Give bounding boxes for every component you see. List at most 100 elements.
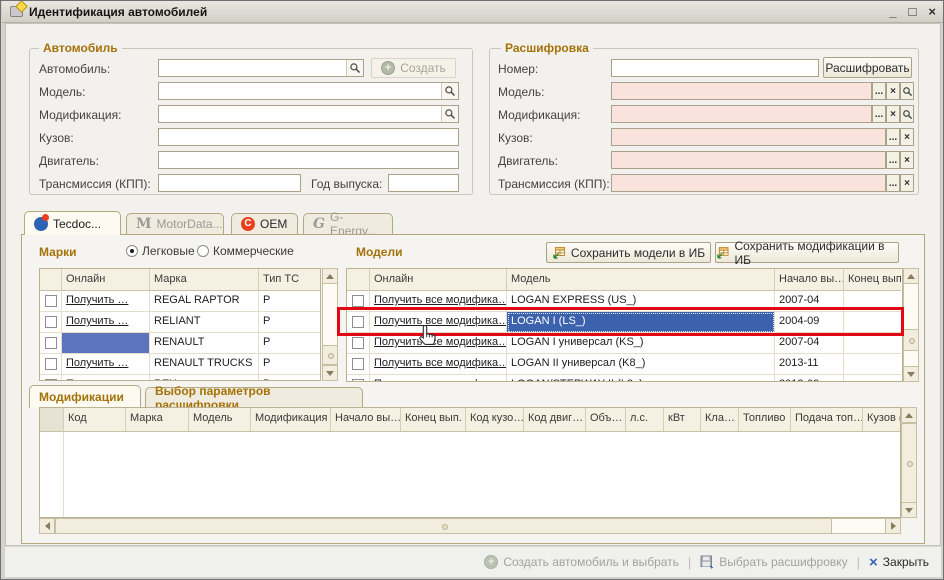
row-checkbox[interactable] (40, 333, 62, 354)
scroll-down-button[interactable] (901, 502, 917, 518)
scrollbar-thumb[interactable] (322, 345, 338, 365)
header-modification[interactable]: Модификация (251, 408, 331, 432)
engine-field[interactable] (158, 151, 459, 169)
close-window-button[interactable]: × (928, 3, 936, 21)
table-row[interactable]: RENAULT P (40, 333, 320, 354)
type-cell[interactable]: P (259, 354, 320, 375)
choose-button[interactable]: ... (872, 82, 886, 100)
tab-genergy[interactable]: G G-Energy... (303, 213, 393, 234)
search-button[interactable] (900, 105, 914, 123)
brand-cell[interactable]: RENAULT TRUCKS (150, 354, 259, 375)
scroll-up-button[interactable] (903, 268, 919, 284)
model-input[interactable] (159, 83, 441, 99)
header-model[interactable]: Модель (189, 408, 251, 432)
scroll-up-button[interactable] (322, 268, 338, 284)
get-modifications-link[interactable]: Получить все модифика… (374, 294, 507, 306)
maximize-button[interactable]: □ (909, 3, 917, 21)
start-cell[interactable]: 2007-04 (775, 333, 844, 354)
empty-table-area[interactable] (64, 432, 900, 518)
tab-tecdoc[interactable]: Tecdoc... (24, 211, 121, 235)
row-checkbox[interactable] (347, 333, 370, 354)
modification-field[interactable] (158, 105, 459, 123)
header-online[interactable]: Онлайн (370, 269, 507, 291)
search-icon[interactable] (441, 83, 458, 99)
header-fuel[interactable]: Топливо (739, 408, 791, 432)
row-checkbox[interactable] (40, 354, 62, 375)
car-input[interactable] (159, 60, 346, 76)
header-hp[interactable]: л.с. (626, 408, 664, 432)
row-checkbox[interactable] (347, 354, 370, 375)
modifications-hscrollbar[interactable] (39, 518, 901, 534)
model-cell[interactable]: LOGAN II универсал (K8_) (507, 354, 775, 375)
scroll-left-button[interactable] (39, 518, 55, 534)
header-end[interactable]: Конец вып. (844, 269, 901, 291)
decode-body-field[interactable] (611, 128, 886, 146)
decode-model-field[interactable] (611, 82, 872, 100)
header-brand[interactable]: Марка (126, 408, 189, 432)
header-brand[interactable]: Марка (150, 269, 259, 291)
year-field[interactable] (388, 174, 459, 192)
search-icon[interactable] (346, 60, 363, 76)
search-icon[interactable] (441, 106, 458, 122)
header-valves[interactable]: Кла… (701, 408, 739, 432)
row-checkbox[interactable] (40, 291, 62, 312)
get-models-link[interactable]: Получить … (66, 294, 128, 306)
brand-cell[interactable]: REX (150, 375, 259, 381)
get-models-link-cell[interactable]: Получить … (62, 291, 150, 312)
radio-passenger[interactable]: Легковые (126, 244, 195, 258)
decode-transmission-field[interactable] (611, 174, 886, 192)
header-end[interactable]: Конец вып. (401, 408, 466, 432)
modification-input[interactable] (159, 106, 441, 122)
model-cell[interactable]: LOGAN/STEPWAY II (L8_) (507, 375, 775, 382)
clear-button[interactable]: × (886, 82, 900, 100)
start-cell[interactable]: 2013-11 (775, 354, 844, 375)
choose-button[interactable]: ... (886, 128, 900, 146)
end-cell[interactable] (844, 375, 901, 382)
table-row[interactable]: Получить все модифика… LOGAN II универса… (347, 354, 902, 375)
tab-motordata[interactable]: M MotorData... (126, 213, 224, 234)
type-cell[interactable]: P (259, 333, 320, 354)
brand-cell[interactable]: REGAL RAPTOR (150, 291, 259, 312)
number-field[interactable] (611, 59, 819, 77)
modifications-vscrollbar[interactable] (901, 407, 917, 518)
select-decode-button[interactable]: Выбрать расшифровку (700, 555, 847, 569)
type-cell[interactable]: P (259, 312, 320, 333)
search-button[interactable] (900, 82, 914, 100)
choose-button[interactable]: ... (872, 105, 886, 123)
create-button[interactable]: + Создать (371, 58, 456, 78)
clear-button[interactable]: × (900, 174, 914, 192)
row-checkbox[interactable] (347, 375, 370, 382)
choose-button[interactable]: ... (886, 151, 900, 169)
type-cell[interactable]: P (259, 375, 320, 381)
decode-engine-field[interactable] (611, 151, 886, 169)
brand-cell[interactable]: RENAULT (150, 333, 259, 354)
save-models-button[interactable]: Сохранить модели в ИБ (546, 242, 711, 263)
table-row[interactable]: Получить … RELIANT P (40, 312, 320, 333)
body-input[interactable] (159, 129, 458, 145)
header-start[interactable]: Начало вы… (775, 269, 844, 291)
scroll-down-button[interactable] (322, 365, 338, 381)
model-cell[interactable]: LOGAN I универсал (KS_) (507, 333, 775, 354)
get-modifications-link-cell[interactable]: Получить все модифика… (370, 375, 507, 382)
minimize-button[interactable]: _ (889, 3, 896, 21)
start-cell[interactable]: 2012-09 (775, 375, 844, 382)
clear-button[interactable]: × (900, 128, 914, 146)
get-models-link-cell[interactable]: Получить … (62, 354, 150, 375)
decode-button[interactable]: Расшифровать (823, 57, 912, 78)
get-models-link[interactable]: Получить … (66, 357, 128, 369)
close-button[interactable]: × Закрыть (869, 555, 929, 570)
header-body-type[interactable]: Кузов (к… (863, 408, 901, 432)
get-modifications-link[interactable]: Получить все модифика… (374, 357, 507, 369)
header-body-code[interactable]: Код кузо… (466, 408, 524, 432)
scrollbar-thumb[interactable] (901, 423, 917, 503)
header-volume[interactable]: Объ… (586, 408, 626, 432)
radio-commercial[interactable]: Коммерческие (197, 244, 294, 258)
engine-input[interactable] (159, 152, 458, 168)
clear-button[interactable]: × (900, 151, 914, 169)
get-modifications-link-cell[interactable]: Получить все модифика… (370, 354, 507, 375)
row-checkbox[interactable] (40, 375, 62, 381)
transmission-field[interactable] (158, 174, 301, 192)
get-models-link-cell[interactable]: Получить … (62, 375, 150, 381)
end-cell[interactable] (844, 354, 901, 375)
get-models-link[interactable]: Получить … (66, 378, 128, 381)
